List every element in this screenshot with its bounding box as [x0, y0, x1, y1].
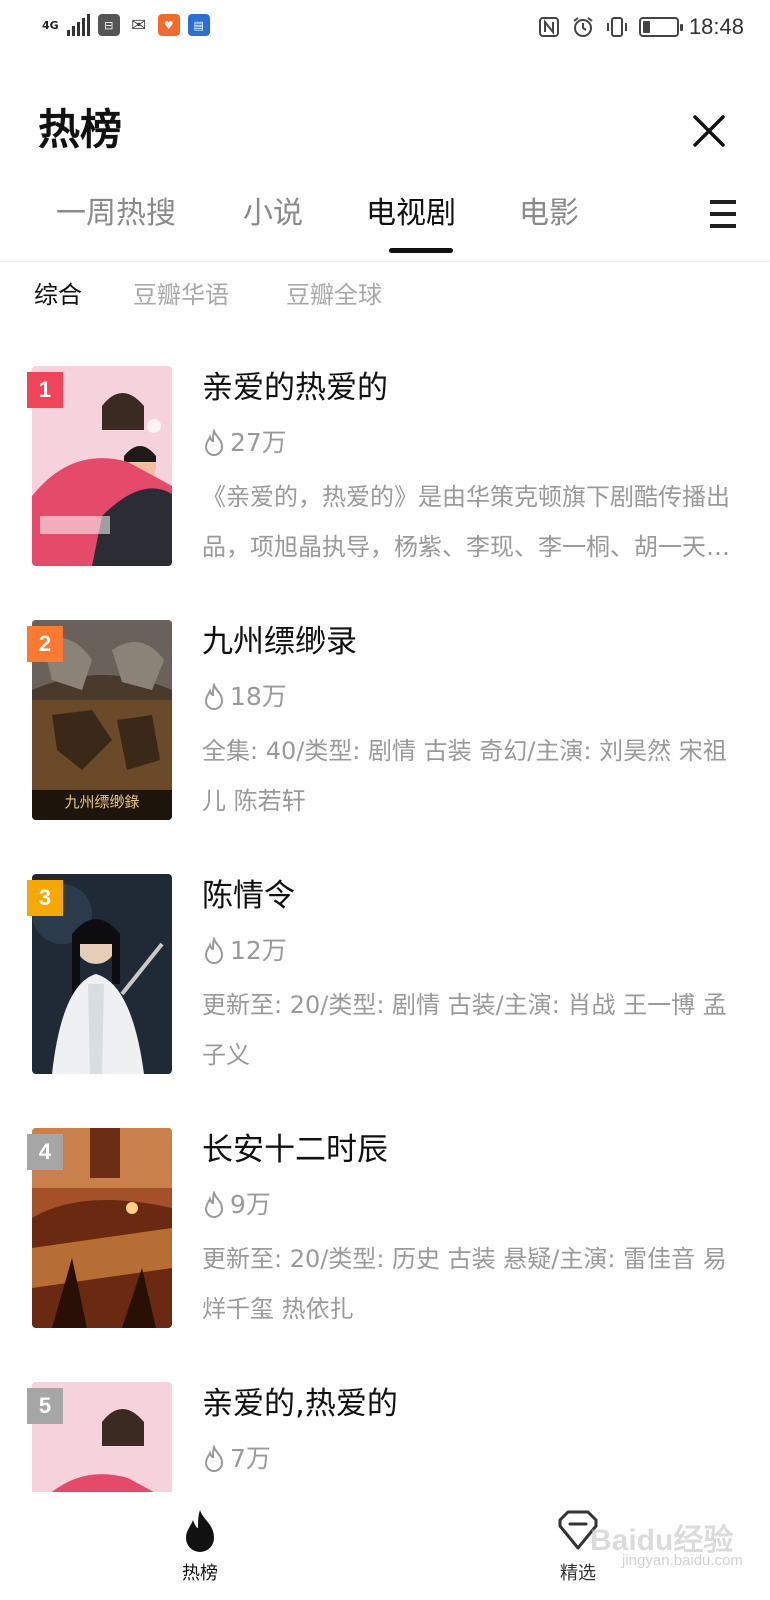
list-item[interactable]: 4 长安十二时辰 9万 更新至: 20/类型: 历史 古装 悬疑/主演: 雷佳音… — [0, 1118, 770, 1378]
status-right: 18:48 — [537, 14, 744, 40]
heat-value: 12万 — [230, 936, 287, 965]
tab-tv-series[interactable]: 电视剧 — [366, 194, 456, 234]
item-description: 《亲爱的，热爱的》是由华策克顿旗下剧酷传播出品，项旭晶执导，杨紫、李现、李一桐、… — [202, 483, 730, 561]
heat-count: 12万 — [202, 934, 287, 968]
alarm-icon — [571, 15, 595, 39]
close-icon — [693, 115, 725, 147]
heat-value: 18万 — [230, 682, 287, 711]
battery-level — [642, 21, 650, 33]
app-icon: ▤ — [187, 14, 210, 36]
speed-icon: ⊟ — [97, 14, 120, 36]
clock: 18:48 — [688, 14, 744, 39]
list-item[interactable]: 九州缥缈錄 2 九州缥缈录 18万 全集: 40/类型: 剧情 古装 奇幻/主演… — [0, 610, 770, 870]
svg-text:九州缥缈錄: 九州缥缈錄 — [64, 793, 139, 811]
subtab-douban-global[interactable]: 豆瓣全球 — [286, 278, 382, 312]
app-icon: ♥ — [157, 14, 180, 36]
item-title: 陈情令 — [202, 878, 295, 914]
heat-count: 18万 — [202, 680, 287, 714]
nav-hot-list[interactable]: 热榜 — [160, 1508, 240, 1586]
item-title: 长安十二时辰 — [202, 1132, 388, 1168]
item-description: 更新至: 20/类型: 剧情 古装/主演: 肖战 王一博 孟子义 — [202, 991, 727, 1069]
heat-value: 9万 — [230, 1190, 271, 1219]
heat-value: 27万 — [230, 428, 287, 457]
page-title: 热榜 — [38, 105, 123, 154]
item-description: 全集: 40/类型: 剧情 古装 奇幻/主演: 刘昊然 宋祖儿 陈若轩 — [202, 737, 727, 815]
signal-icon — [66, 14, 90, 36]
vibrate-icon — [605, 15, 629, 39]
item-title: 九州缥缈录 — [202, 624, 357, 660]
item-title: 亲爱的热爱的 — [202, 370, 388, 406]
flame-icon — [204, 1445, 224, 1472]
item-title: 亲爱的,热爱的 — [202, 1386, 398, 1422]
flame-icon — [186, 1510, 214, 1552]
item-description: 更新至: 20/类型: 历史 古装 悬疑/主演: 雷佳音 易烊千玺 热依扎 — [202, 1245, 727, 1323]
tab-weekly-hot[interactable]: 一周热搜 — [56, 194, 176, 234]
status-bar: 4G ⊟ ✉ ♥ ▤ 18:48 — [0, 0, 770, 60]
ranking-list: 1 亲爱的热爱的 27万 《亲爱的，热爱的》是由华策克顿旗下剧酷传播出品，项旭晶… — [0, 356, 770, 1492]
rank-badge: 4 — [27, 1134, 63, 1170]
heat-count: 27万 — [202, 426, 287, 460]
status-left: 4G ⊟ ✉ ♥ ▤ — [42, 14, 210, 36]
subtab-douban-chinese[interactable]: 豆瓣华语 — [133, 278, 229, 312]
rank-badge: 1 — [27, 372, 63, 408]
list-item[interactable]: 5 亲爱的,热爱的 7万 — [0, 1372, 770, 1492]
flame-icon — [204, 1191, 224, 1218]
battery-icon — [638, 17, 683, 37]
active-tab-indicator — [389, 248, 453, 253]
list-item[interactable]: 1 亲爱的热爱的 27万 《亲爱的，热爱的》是由华策克顿旗下剧酷传播出品，项旭晶… — [0, 356, 770, 616]
network-type: 4G — [42, 18, 59, 32]
heat-value: 7万 — [230, 1444, 271, 1473]
rank-badge: 2 — [27, 626, 63, 662]
flame-icon — [204, 937, 224, 964]
wechat-icon: ✉ — [131, 14, 147, 36]
nav-label: 热榜 — [182, 1563, 218, 1584]
heat-count: 7万 — [202, 1442, 271, 1476]
watermark-url: jingyan.baidu.com — [622, 1552, 743, 1569]
tab-novels[interactable]: 小说 — [243, 194, 303, 234]
nfc-icon — [537, 15, 561, 39]
rank-badge: 3 — [27, 880, 63, 916]
subtab-overall[interactable]: 综合 — [34, 278, 82, 312]
heat-count: 9万 — [202, 1188, 271, 1222]
nav-label: 精选 — [560, 1563, 596, 1584]
close-button[interactable] — [686, 108, 732, 154]
flame-icon — [204, 683, 224, 710]
list-item[interactable]: 3 陈情令 12万 更新至: 20/类型: 剧情 古装/主演: 肖战 王一博 孟… — [0, 864, 770, 1124]
category-tabs: 一周热搜 小说 电视剧 电影 — [0, 186, 770, 262]
rank-badge: 5 — [27, 1388, 63, 1424]
menu-icon[interactable] — [710, 200, 736, 228]
tab-movies[interactable]: 电影 — [519, 194, 579, 234]
flame-icon — [204, 429, 224, 456]
